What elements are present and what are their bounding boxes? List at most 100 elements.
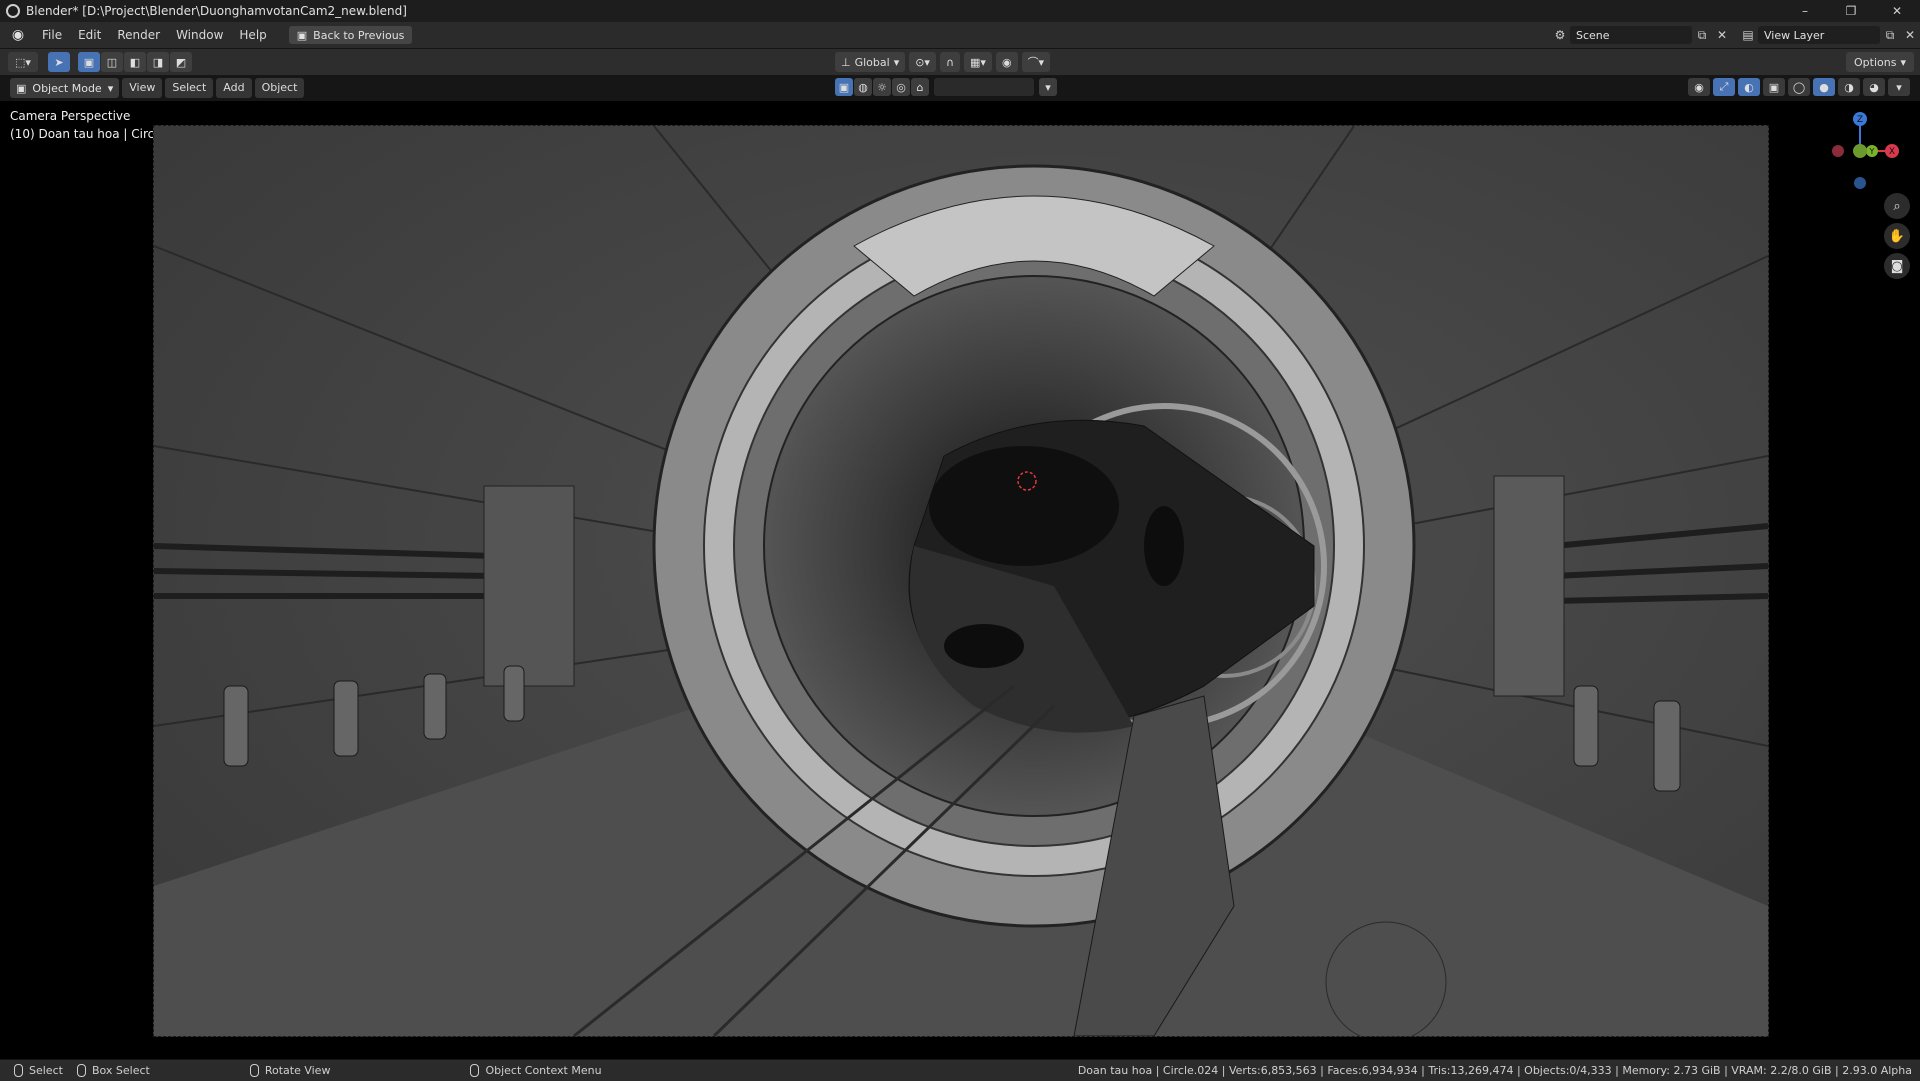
scene-selector-area: ⚙ Scene ⧉ ✕ ▤ View Layer ⧉ ✕ [1550, 22, 1920, 48]
camera-view-icon[interactable]: ◙ [1884, 253, 1910, 279]
object-mode-icon: ▣ [16, 81, 27, 95]
camera-frame [153, 125, 1769, 1037]
remove-view-layer-icon[interactable]: ✕ [1900, 26, 1920, 44]
mouse-drag-icon [76, 1064, 86, 1077]
filter-light-icon[interactable]: ☼ [873, 78, 891, 96]
object-menu[interactable]: Object [254, 78, 305, 98]
transform-controls: ⊥ Global ▾ ⊙▾ ∩ ▦▾ ◉ ⌒▾ [835, 52, 1051, 72]
back-to-previous-button[interactable]: ▣ Back to Previous [288, 26, 413, 44]
gizmo-neg-z-axis[interactable] [1854, 177, 1866, 189]
back-label: Back to Previous [313, 28, 405, 42]
mouse-right-icon [470, 1064, 480, 1077]
xray-toggle-icon[interactable]: ▣ [1763, 78, 1785, 96]
object-mode-value: Object Mode [32, 81, 102, 95]
pivot-icon: ⊙▾ [915, 55, 930, 69]
mouse-middle-icon [249, 1064, 259, 1077]
options-button[interactable]: Options ▾ [1846, 52, 1914, 72]
mode-invert-icon[interactable]: ◨ [147, 52, 169, 72]
gizmo-neg-x-axis[interactable] [1832, 145, 1844, 157]
solid-shading-icon[interactable]: ● [1813, 78, 1835, 96]
close-button[interactable]: ✕ [1874, 0, 1920, 22]
pivot-point-select[interactable]: ⊙▾ [909, 52, 936, 72]
status-bar: Select Box Select Rotate View Object Con… [0, 1059, 1920, 1081]
new-view-layer-icon[interactable]: ⧉ [1880, 26, 1900, 44]
train-windshield [929, 446, 1119, 566]
status-context-menu: Object Context Menu [470, 1064, 602, 1077]
overlay-toggle-icon[interactable]: ◐ [1738, 78, 1760, 96]
gizmo-center[interactable] [1853, 144, 1867, 158]
status-box-select: Box Select [76, 1064, 150, 1077]
pan-hand-icon[interactable]: ✋ [1884, 223, 1910, 249]
chevron-down-icon: ▾ [107, 81, 114, 95]
chevron-down-icon: ▾ [1900, 55, 1906, 69]
blender-logo-icon [6, 4, 20, 18]
status-context-label: Object Context Menu [485, 1064, 602, 1077]
mode-subtract-icon[interactable]: ◧ [124, 52, 146, 72]
mode-extend-icon[interactable]: ◫ [101, 52, 123, 72]
remove-scene-icon[interactable]: ✕ [1712, 26, 1732, 44]
transform-orientation-select[interactable]: ⊥ Global ▾ [835, 52, 906, 72]
gizmo-x-label: X [1889, 147, 1895, 157]
menu-window[interactable]: Window [168, 22, 231, 48]
selection-mode-group: ▣ ◫ ◧ ◨ ◩ [78, 52, 192, 72]
material-shading-icon[interactable]: ◑ [1838, 78, 1860, 96]
mouse-left-icon [14, 1064, 23, 1077]
orientation-value: Global [854, 55, 890, 69]
rendered-shading-icon[interactable]: ◕ [1863, 78, 1885, 96]
select-menu[interactable]: Select [165, 78, 214, 98]
editor-type-icon[interactable]: ⬚▾ [8, 52, 38, 72]
filter-mesh-icon[interactable]: ◍ [854, 78, 872, 96]
filter-camera-icon[interactable]: ◎ [892, 78, 910, 96]
selectability-group: ▣ ◍ ☼ ◎ ⌂ ▾ [835, 78, 1057, 96]
view-layer-icon[interactable]: ▤ [1738, 26, 1758, 44]
train-headlight-left [944, 624, 1024, 668]
snap-toggle[interactable]: ∩ [939, 52, 961, 72]
snap-target-select[interactable]: ▦▾ [964, 52, 992, 72]
object-mode-select[interactable]: ▣ Object Mode ▾ [10, 78, 120, 98]
menu-edit[interactable]: Edit [70, 22, 109, 48]
menu-help[interactable]: Help [231, 22, 274, 48]
scene-field[interactable]: Scene [1570, 26, 1692, 44]
chevron-down-icon: ▾ [893, 55, 900, 69]
scene-render [154, 126, 1768, 1036]
back-icon: ▣ [296, 28, 308, 42]
minimize-button[interactable]: – [1782, 0, 1828, 22]
shading-options-icon[interactable]: ▾ [1888, 78, 1910, 96]
gizmo-toggle-icon[interactable]: ⤢ [1713, 78, 1735, 96]
view-layer-field[interactable]: View Layer [1758, 26, 1880, 44]
status-box-select-label: Box Select [91, 1064, 150, 1077]
select-tool-icon[interactable]: ➤ [48, 52, 70, 72]
gizmo-y-label: Y [1869, 147, 1875, 156]
select-filter-icon[interactable]: ▣ [835, 78, 853, 96]
filter-other-icon[interactable]: ⌂ [911, 78, 929, 96]
mode-set-icon[interactable]: ▣ [78, 52, 100, 72]
proportional-icon: ◉ [1001, 55, 1012, 69]
add-menu[interactable]: Add [216, 78, 252, 98]
3d-viewport[interactable]: Camera Perspective (10) Doan tau hoa | C… [0, 101, 1920, 1059]
menu-file[interactable]: File [34, 22, 70, 48]
viewport-display-controls: ◉ ⤢ ◐ ▣ ◯ ● ◑ ◕ ▾ [1688, 78, 1910, 96]
zoom-icon[interactable]: ⌕ [1884, 193, 1910, 219]
proportional-edit-toggle[interactable]: ◉ [995, 52, 1018, 72]
restore-button[interactable]: ❐ [1828, 0, 1874, 22]
train-side-window [1144, 506, 1184, 586]
falloff-icon: ⌒▾ [1027, 56, 1045, 69]
wireframe-shading-icon[interactable]: ◯ [1788, 78, 1810, 96]
status-select-label: Select [29, 1064, 63, 1077]
menu-render[interactable]: Render [109, 22, 168, 48]
filter-search-input[interactable] [934, 78, 1034, 96]
title-bar: Blender* [D:\Project\Blender\Duonghamvot… [0, 0, 1920, 23]
view-menu[interactable]: View [122, 78, 163, 98]
navigation-gizmo[interactable]: Z X Y [1820, 111, 1900, 191]
falloff-select[interactable]: ⌒▾ [1021, 52, 1051, 72]
top-menu-bar: ◉ File Edit Render Window Help ▣ Back to… [0, 22, 1920, 49]
blender-menu-icon[interactable]: ◉ [10, 27, 26, 43]
viewport-header: ▣ Object Mode ▾ View Select Add Object ▣… [0, 75, 1920, 101]
filter-dropdown-icon[interactable]: ▾ [1039, 78, 1057, 96]
camera-perspective-label: Camera Perspective [10, 109, 131, 123]
new-scene-icon[interactable]: ⧉ [1692, 26, 1712, 44]
visibility-icon[interactable]: ◉ [1688, 78, 1710, 96]
window-controls: – ❐ ✕ [1782, 0, 1920, 22]
mode-intersect-icon[interactable]: ◩ [170, 52, 192, 72]
scene-icon[interactable]: ⚙ [1550, 26, 1570, 44]
